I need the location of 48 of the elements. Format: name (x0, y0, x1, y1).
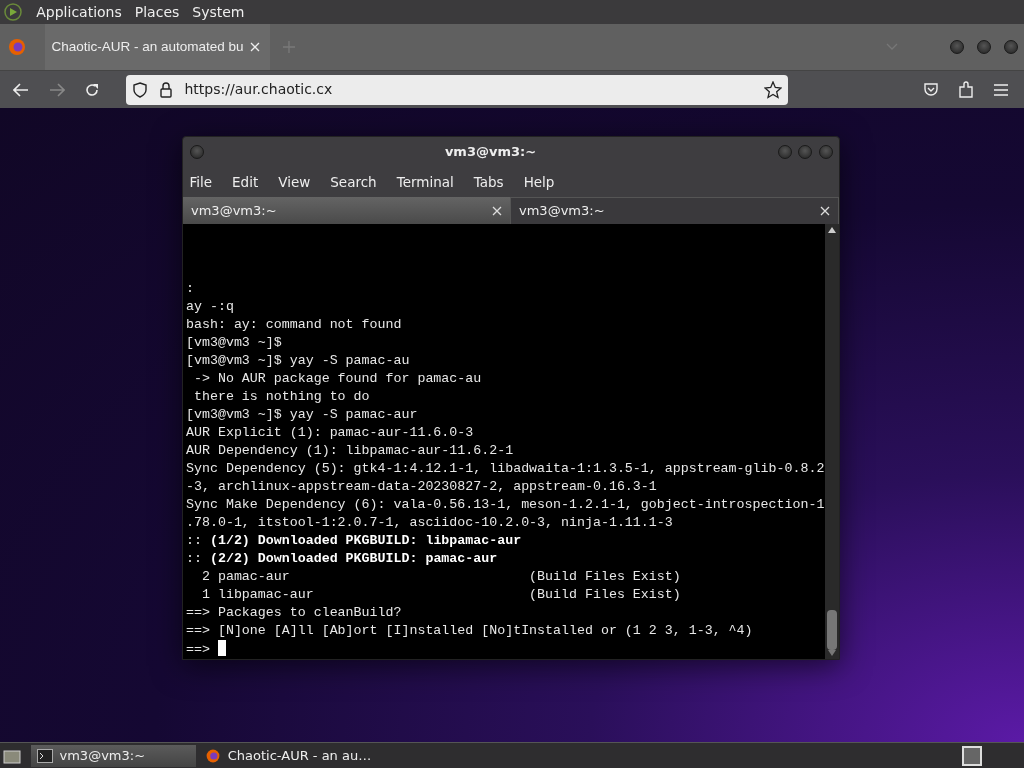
terminal-tab[interactable]: vm3@vm3:~ (510, 197, 839, 224)
close-icon[interactable] (250, 42, 261, 52)
lock-icon[interactable] (159, 81, 172, 98)
reload-icon[interactable] (84, 81, 100, 98)
menu-item[interactable]: Places (134, 1, 180, 23)
window-title: vm3@vm3:~ (444, 144, 537, 159)
menu-item[interactable]: Search (330, 171, 377, 192)
url-text: https://aur.chaotic.cx (184, 80, 334, 99)
menu-item[interactable]: Applications (36, 1, 122, 23)
menu-icon[interactable] (993, 83, 1008, 96)
menu-item[interactable]: Help (523, 171, 555, 192)
show-desktop-icon[interactable] (3, 747, 22, 764)
browser-tab[interactable]: Chaotic-AUR - an automated bu (45, 24, 270, 70)
text-cursor (217, 640, 226, 656)
menu-item[interactable]: File (189, 171, 213, 192)
terminal-output: : ay -:q bash: ay: command not found [vm3@vm3 ~]$ [vm3@vm3 ~]$ yay -S pamac-au -> No AUR package found for pamac-au there is nothing to do [vm3@vm3 ~]$ yay -S pamac-aur AUR Explicit (1): pamac-aur-11.6.0-3 AUR Dependency (1): libpamac-aur-11.6.2-1 Sync Dependency (5): gtk4-1:4.12.1-1, libadwaita-1:1.3.5-1, appstream-glib-0.8.2 -3, archlinux-appstream-data-20230827-2, appstream-0.16.3-1 Sync Make Dependency (6): vala-0.56.13-1, meson-1.2.1-1, gobject-introspection-1 .78.0-1, itstool-1:2.0.7-1, asciidoc-10.2.0-3, ninja-1.11.1-3 :: (1/2) Downloaded PKGBUILD: libpamac-aur :: (2/2) Downloaded PKGBUILD: pamac-aur 2 pamac-aur (Build Files Exist) 1 libpamac-aur (Build Files Exist) ==> Packages to cleanBuild? ==> [N]one [A]ll [Ab]ort [I]nstalled [No]tInstalled or (1 2 3, 1-3, ^4) ==> (185, 280, 825, 659)
star-icon[interactable] (763, 80, 782, 99)
taskbar-button[interactable]: vm3@vm3:~ (31, 744, 196, 767)
extensions-icon[interactable] (958, 80, 975, 99)
tab-label: vm3@vm3:~ (191, 201, 278, 220)
address-bar[interactable]: https://aur.chaotic.cx (126, 74, 788, 105)
scroll-up-icon[interactable] (828, 227, 836, 234)
browser-logo-icon (205, 747, 222, 764)
taskbar-button[interactable]: Chaotic-AUR - an au… (199, 744, 378, 767)
pocket-icon[interactable] (922, 81, 939, 98)
browser-logo-icon (6, 37, 27, 57)
close-icon[interactable] (820, 206, 830, 216)
workspace-switcher[interactable] (961, 745, 982, 766)
menu-item[interactable]: View (278, 171, 311, 192)
forward-icon[interactable] (48, 82, 65, 97)
terminal-icon (37, 748, 53, 763)
back-icon[interactable] (13, 82, 29, 97)
minimize-button[interactable] (949, 40, 964, 54)
scrollbar[interactable] (825, 224, 839, 659)
menu-item[interactable]: Edit (232, 171, 259, 192)
tab-label: vm3@vm3:~ (519, 202, 606, 221)
tab-title: Chaotic-AUR - an automated bu (51, 37, 244, 56)
task-label: vm3@vm3:~ (59, 746, 146, 765)
maximize-button[interactable] (976, 40, 991, 54)
menu-item[interactable]: Terminal (396, 171, 454, 192)
task-label: Chaotic-AUR - an au… (227, 746, 372, 765)
shield-icon[interactable] (132, 81, 147, 98)
logo-icon[interactable] (3, 2, 24, 22)
terminal-tab[interactable]: vm3@vm3:~ (183, 197, 510, 224)
close-button[interactable] (1003, 40, 1018, 54)
menu-item[interactable]: Tabs (473, 171, 504, 192)
menu-item[interactable]: System (192, 1, 245, 23)
close-icon[interactable] (492, 205, 502, 216)
